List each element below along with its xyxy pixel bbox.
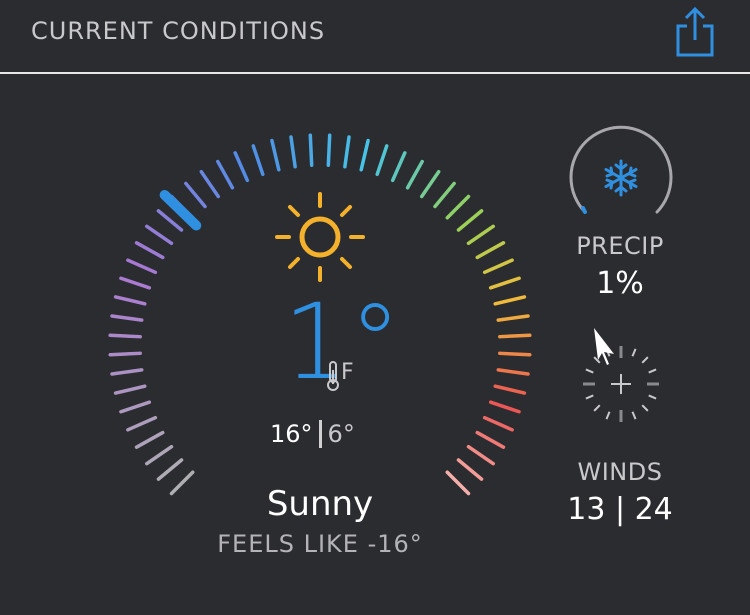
gauge-tick bbox=[108, 351, 142, 357]
gauge-tick bbox=[289, 135, 297, 169]
gauge-tick bbox=[390, 151, 407, 183]
share-icon[interactable] bbox=[670, 6, 720, 58]
gauge-tick bbox=[456, 458, 484, 481]
gauge-tick bbox=[126, 258, 158, 275]
gauge-tick bbox=[119, 276, 152, 290]
precip-ring bbox=[569, 125, 673, 214]
gauge-tick bbox=[375, 144, 389, 177]
low-temp: 6° bbox=[327, 420, 355, 448]
compass-tick bbox=[648, 368, 657, 374]
gauge-tick bbox=[496, 368, 530, 376]
thermometer-icon bbox=[327, 361, 339, 391]
gauge-tick bbox=[145, 444, 174, 466]
gauge-tick bbox=[359, 138, 370, 172]
feels-like-text: FEELS LIKE -16° bbox=[217, 530, 423, 558]
compass-tick bbox=[585, 368, 594, 374]
sun-icon bbox=[275, 192, 365, 282]
gauge-tick bbox=[498, 333, 532, 339]
compass-tick bbox=[631, 411, 637, 420]
gauge-tick bbox=[466, 224, 495, 246]
compass-tick bbox=[593, 404, 601, 412]
gauge-tick bbox=[199, 170, 221, 199]
gauge-tick bbox=[326, 133, 332, 167]
gauge-tick bbox=[475, 241, 506, 260]
gauge-tick bbox=[233, 151, 250, 183]
gauge-tick bbox=[126, 415, 158, 432]
temperature-unit: F bbox=[341, 360, 354, 385]
winds-label: WINDS bbox=[577, 458, 663, 486]
compass-tick bbox=[585, 394, 594, 400]
gauge-tick bbox=[119, 400, 152, 414]
divider bbox=[318, 420, 322, 448]
gauge-tick bbox=[134, 241, 165, 260]
winds-value: 13 | 24 bbox=[567, 492, 673, 527]
gauge-tick bbox=[433, 181, 456, 209]
gauge-tick bbox=[493, 295, 527, 306]
gauge-tick bbox=[110, 314, 144, 322]
gauge-tick bbox=[498, 351, 532, 357]
gauge-tick bbox=[145, 224, 174, 246]
precip-value: 1% bbox=[596, 266, 644, 301]
compass-tick bbox=[605, 411, 611, 420]
gauge-tick bbox=[108, 333, 142, 339]
gauge-tick bbox=[184, 181, 207, 209]
compass-tick bbox=[641, 404, 649, 412]
gauge-tick bbox=[216, 159, 235, 190]
gauge-tick bbox=[251, 144, 265, 177]
gauge-tick bbox=[156, 458, 184, 481]
gauge-tick bbox=[488, 400, 521, 414]
gauge-tick bbox=[456, 209, 484, 232]
gauge-tick bbox=[110, 368, 144, 376]
precip-label: PRECIP bbox=[576, 232, 664, 260]
high-low-temps: 16° 6° bbox=[270, 420, 355, 448]
compass-tick bbox=[631, 348, 637, 357]
gauge-tick bbox=[496, 314, 530, 322]
compass-tick bbox=[641, 356, 649, 364]
gauge-tick bbox=[343, 135, 351, 169]
gauge-tick bbox=[445, 194, 471, 220]
compass-tick bbox=[648, 394, 657, 400]
gauge-tick bbox=[475, 430, 506, 449]
gauge-tick bbox=[493, 384, 527, 395]
gauge-tick bbox=[270, 138, 281, 172]
gauge-tick bbox=[419, 170, 441, 199]
gauge-tick bbox=[466, 444, 495, 466]
gauge-tick bbox=[134, 430, 165, 449]
gauge-tick bbox=[482, 258, 514, 275]
gauge-tick bbox=[405, 159, 424, 190]
gauge-tick bbox=[113, 295, 147, 306]
compass-icon bbox=[583, 328, 659, 422]
gauge-tick bbox=[113, 384, 147, 395]
gauge-tick bbox=[482, 415, 514, 432]
high-temp: 16° bbox=[270, 420, 313, 448]
gauge-tick bbox=[488, 276, 521, 290]
gauge-tick bbox=[308, 133, 314, 167]
snowflake-icon bbox=[604, 159, 638, 197]
